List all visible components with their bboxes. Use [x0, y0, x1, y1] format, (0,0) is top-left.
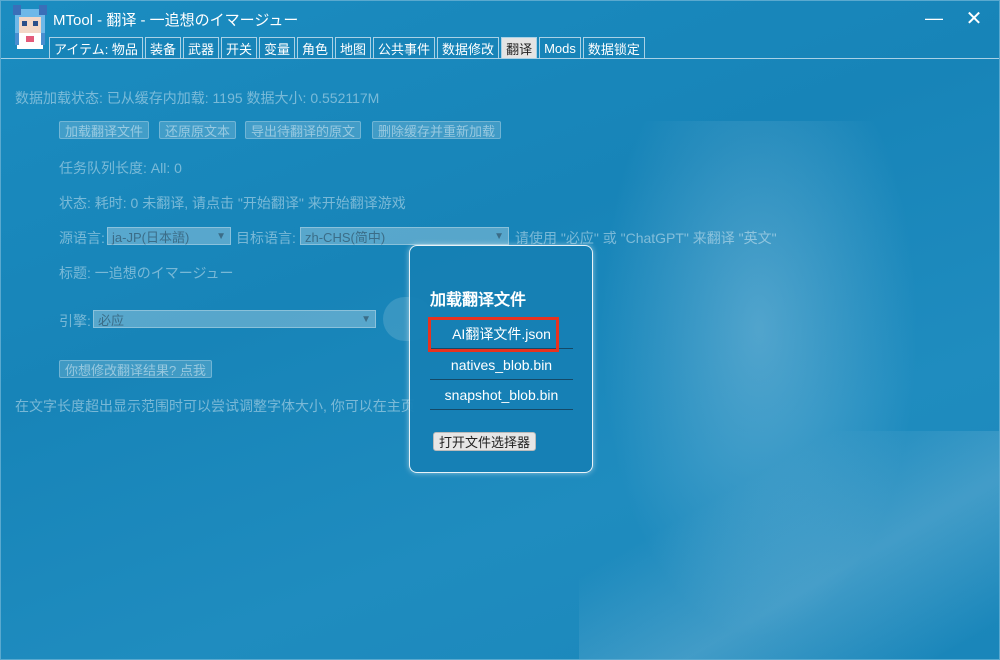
engine-label: 引擎: — [59, 313, 91, 329]
app-mascot-icon — [13, 5, 47, 49]
target-language-label: 目标语言: — [236, 230, 296, 246]
source-language-select[interactable]: ja-JP(日本語) ▼ — [107, 227, 231, 245]
source-language-value: ja-JP(日本語) — [112, 229, 190, 245]
tab-items[interactable]: アイテム: 物品 — [49, 37, 143, 58]
translate-status: 状态: 耗时: 0 未翻译, 请点击 "开始翻译" 来开始翻译游戏 — [59, 195, 406, 211]
tab-mods[interactable]: Mods — [539, 37, 581, 58]
app-window: MTool - 翻译 - 一追想のイマージュー — ✕ アイテム: 物品 装备 … — [0, 0, 1000, 660]
data-load-status: 数据加载状态: 已从缓存内加载: 1195 数据大小: 0.552117M — [15, 90, 380, 106]
tab-data-lock[interactable]: 数据锁定 — [582, 37, 645, 58]
open-file-picker-button[interactable]: 打开文件选择器 — [433, 432, 537, 451]
tab-bar: アイテム: 物品 装备 武器 开关 变量 角色 地图 公共事件 数据修改 翻译 … — [49, 37, 647, 59]
engine-value: 必应 — [98, 312, 125, 328]
tab-armor[interactable]: 装备 — [144, 37, 181, 58]
chevron-down-icon: ▼ — [216, 230, 226, 242]
engine-select[interactable]: 必应 ▼ — [93, 310, 376, 328]
clear-cache-button[interactable]: 删除缓存并重新加载 — [372, 121, 502, 139]
load-translation-dialog: 加载翻译文件 AI翻译文件.json natives_blob.bin snap… — [409, 245, 593, 473]
title-bar: MTool - 翻译 - 一追想のイマージュー — ✕ — [1, 1, 999, 49]
tab-translate[interactable]: 翻译 — [501, 37, 538, 58]
window-title: MTool - 翻译 - 一追想のイマージュー — [53, 12, 299, 29]
font-size-hint: 在文字长度超出显示范围时可以尝试调整字体大小, 你可以在主页 — [15, 398, 415, 414]
source-language-label: 源语言: — [59, 230, 105, 246]
queue-length: 任务队列长度: All: 0 — [59, 160, 182, 176]
tab-common-events[interactable]: 公共事件 — [373, 37, 436, 58]
file-item-snapshot-blob[interactable]: snapshot_blob.bin — [430, 381, 573, 410]
tab-maps[interactable]: 地图 — [335, 37, 372, 58]
close-button[interactable]: ✕ — [959, 5, 989, 31]
game-title-label: 标题: 一追想のイマージュー — [59, 265, 234, 281]
tab-weapons[interactable]: 武器 — [182, 37, 219, 58]
file-item-ai-json[interactable]: AI翻译文件.json — [430, 320, 573, 349]
load-translation-button[interactable]: 加载翻译文件 — [59, 121, 150, 139]
dialog-title: 加载翻译文件 — [430, 292, 527, 309]
minimize-button[interactable]: — — [919, 5, 949, 31]
tab-actors[interactable]: 角色 — [297, 37, 334, 58]
restore-original-button[interactable]: 还原原文本 — [159, 121, 237, 139]
modify-translation-button[interactable]: 你想修改翻译结果? 点我 — [59, 360, 212, 378]
chevron-down-icon: ▼ — [494, 230, 504, 242]
tab-variables[interactable]: 变量 — [258, 37, 295, 58]
export-untranslated-button[interactable]: 导出待翻译的原文 — [245, 121, 362, 139]
tab-data-edit[interactable]: 数据修改 — [437, 37, 500, 58]
target-language-value: zh-CHS(简中) — [305, 229, 386, 245]
tab-switches[interactable]: 开关 — [220, 37, 257, 58]
chevron-down-icon: ▼ — [361, 313, 371, 325]
file-item-natives-blob[interactable]: natives_blob.bin — [430, 351, 573, 380]
target-language-select[interactable]: zh-CHS(简中) ▼ — [300, 227, 509, 245]
